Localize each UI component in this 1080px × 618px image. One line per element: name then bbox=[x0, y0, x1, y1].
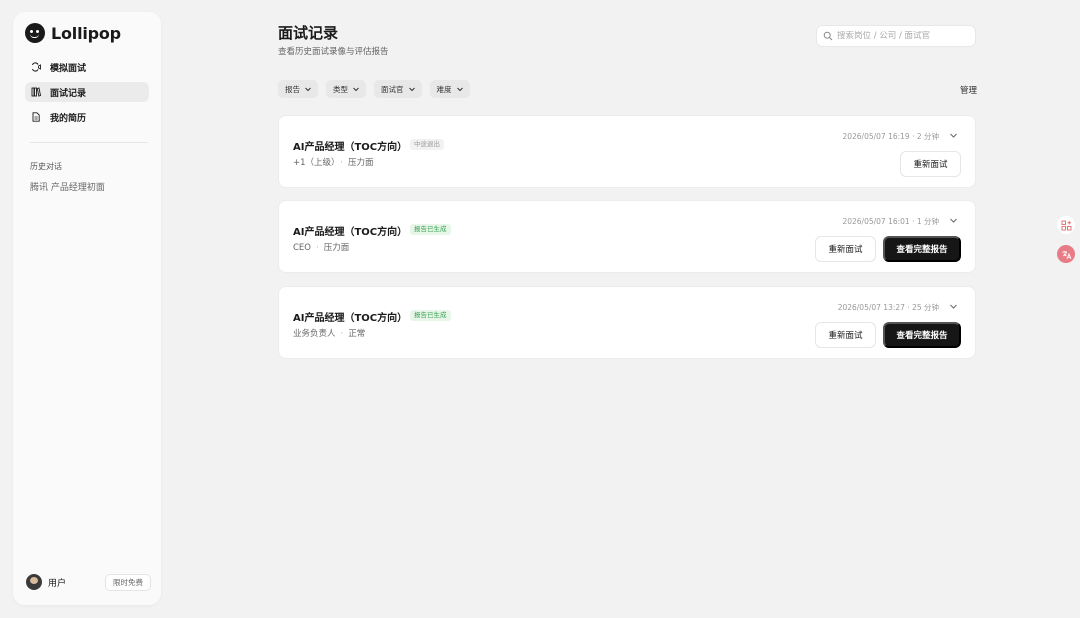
interview-style: 压力面 bbox=[323, 243, 350, 253]
retry-interview-button[interactable]: 重新面试 bbox=[815, 322, 876, 348]
apps-grid-icon[interactable] bbox=[1057, 216, 1075, 234]
separator-dot: · bbox=[316, 243, 319, 253]
chevron-down-icon bbox=[353, 87, 359, 92]
record-card: AI产品经理（TOC方向） 中途退出 +1（上级） · 压力面 2026/05/07… bbox=[278, 115, 976, 188]
view-full-report-button[interactable]: 查看完整报告 bbox=[883, 322, 961, 348]
separator-dot: · bbox=[340, 158, 343, 168]
record-title: AI产品经理（TOC方向） bbox=[293, 142, 408, 153]
chevron-down-icon bbox=[408, 87, 415, 92]
sidebar-item-label: 面试记录 bbox=[50, 88, 87, 99]
record-time: 2026/05/07 13:27 · 25 分钟 bbox=[837, 303, 939, 312]
view-full-report-button[interactable]: 查看完整报告 bbox=[883, 236, 961, 262]
filter-label: 面试官 bbox=[381, 84, 404, 94]
chevron-down-icon bbox=[305, 87, 311, 92]
filter-label: 类型 bbox=[333, 84, 348, 94]
user-profile[interactable]: 用户 bbox=[26, 574, 66, 590]
record-card: AI产品经理（TOC方向） 报告已生成 业务负责人 · 正常 2026/05/07 … bbox=[278, 286, 976, 359]
interview-style: 压力面 bbox=[347, 158, 374, 168]
status-badge: 中途退出 bbox=[410, 139, 444, 150]
user-name: 用户 bbox=[48, 578, 67, 589]
sidebar-divider bbox=[30, 142, 148, 143]
history-title: 历史对话 bbox=[30, 162, 62, 171]
filter-difficulty[interactable]: 难度 bbox=[429, 80, 470, 98]
search-input[interactable] bbox=[837, 31, 967, 41]
record-meta: 业务负责人 · 正常 bbox=[293, 327, 365, 339]
chevron-down-icon[interactable] bbox=[949, 131, 958, 140]
chevron-down-icon[interactable] bbox=[949, 216, 958, 225]
filter-interviewer[interactable]: 面试官 bbox=[374, 80, 422, 98]
page-subtitle: 查看历史面试录像与评估报告 bbox=[278, 47, 389, 57]
history-item[interactable]: 腾讯 产品经理初面 bbox=[30, 180, 105, 193]
chevron-down-icon bbox=[456, 87, 463, 92]
logo[interactable]: Lollipop bbox=[25, 23, 121, 43]
interview-style: 正常 bbox=[348, 329, 366, 339]
status-badge: 报告已生成 bbox=[410, 310, 451, 321]
sidebar-item-label: 模拟面试 bbox=[50, 63, 87, 74]
filter-report[interactable]: 报告 bbox=[278, 80, 318, 98]
filter-bar: 报告 类型 面试官 难度 bbox=[278, 80, 478, 98]
sidebar-nav: 模拟面试 面试记录 我的简历 bbox=[25, 57, 149, 132]
book-icon bbox=[31, 87, 41, 97]
lollipop-logo-icon bbox=[25, 23, 45, 43]
record-time: 2026/05/07 16:19 · 2 分钟 bbox=[842, 132, 939, 141]
separator-dot: · bbox=[340, 329, 344, 339]
translate-icon[interactable] bbox=[1057, 245, 1075, 263]
record-title: AI产品经理（TOC方向） bbox=[293, 227, 408, 238]
status-badge: 报告已生成 bbox=[410, 224, 451, 235]
interviewer-role: +1（上级） bbox=[293, 158, 336, 168]
record-time: 2026/05/07 16:01 · 1 分钟 bbox=[842, 217, 939, 226]
retry-interview-button[interactable]: 重新面试 bbox=[815, 236, 876, 262]
record-meta: CEO · 压力面 bbox=[293, 241, 349, 253]
app: Lollipop 模拟面试 面试记录 我的简历 历史对话 腾讯 产品经理初面 用… bbox=[0, 0, 1080, 618]
sidebar-item-mock-interview[interactable]: 模拟面试 bbox=[25, 57, 149, 77]
manage-button[interactable]: 管理 bbox=[960, 84, 977, 96]
filter-label: 难度 bbox=[436, 84, 452, 94]
interviewer-role: CEO bbox=[293, 243, 311, 253]
filter-label: 报告 bbox=[285, 84, 300, 94]
record-meta: +1（上级） · 压力面 bbox=[293, 156, 374, 168]
filter-type[interactable]: 类型 bbox=[326, 80, 366, 98]
plan-badge[interactable]: 限时免费 bbox=[105, 574, 151, 591]
retry-interview-button[interactable]: 重新面试 bbox=[900, 151, 961, 177]
search-icon bbox=[823, 31, 833, 41]
sidebar: Lollipop 模拟面试 面试记录 我的简历 历史对话 腾讯 产品经理初面 用… bbox=[13, 12, 161, 605]
interviewer-role: 业务负责人 bbox=[293, 329, 336, 339]
sidebar-item-my-resume[interactable]: 我的简历 bbox=[25, 107, 149, 127]
chevron-down-icon[interactable] bbox=[949, 302, 958, 311]
search-box[interactable] bbox=[816, 25, 976, 47]
sidebar-item-interview-records[interactable]: 面试记录 bbox=[25, 82, 149, 102]
avatar bbox=[26, 574, 42, 590]
record-title: AI产品经理（TOC方向） bbox=[293, 313, 408, 324]
video-icon bbox=[32, 62, 41, 72]
sidebar-item-label: 我的简历 bbox=[50, 113, 87, 124]
document-icon bbox=[32, 112, 40, 122]
record-card: AI产品经理（TOC方向） 报告已生成 CEO · 压力面 2026/05/07 1… bbox=[278, 200, 976, 273]
brand-name: Lollipop bbox=[51, 23, 121, 43]
page-title: 面试记录 bbox=[278, 24, 339, 42]
